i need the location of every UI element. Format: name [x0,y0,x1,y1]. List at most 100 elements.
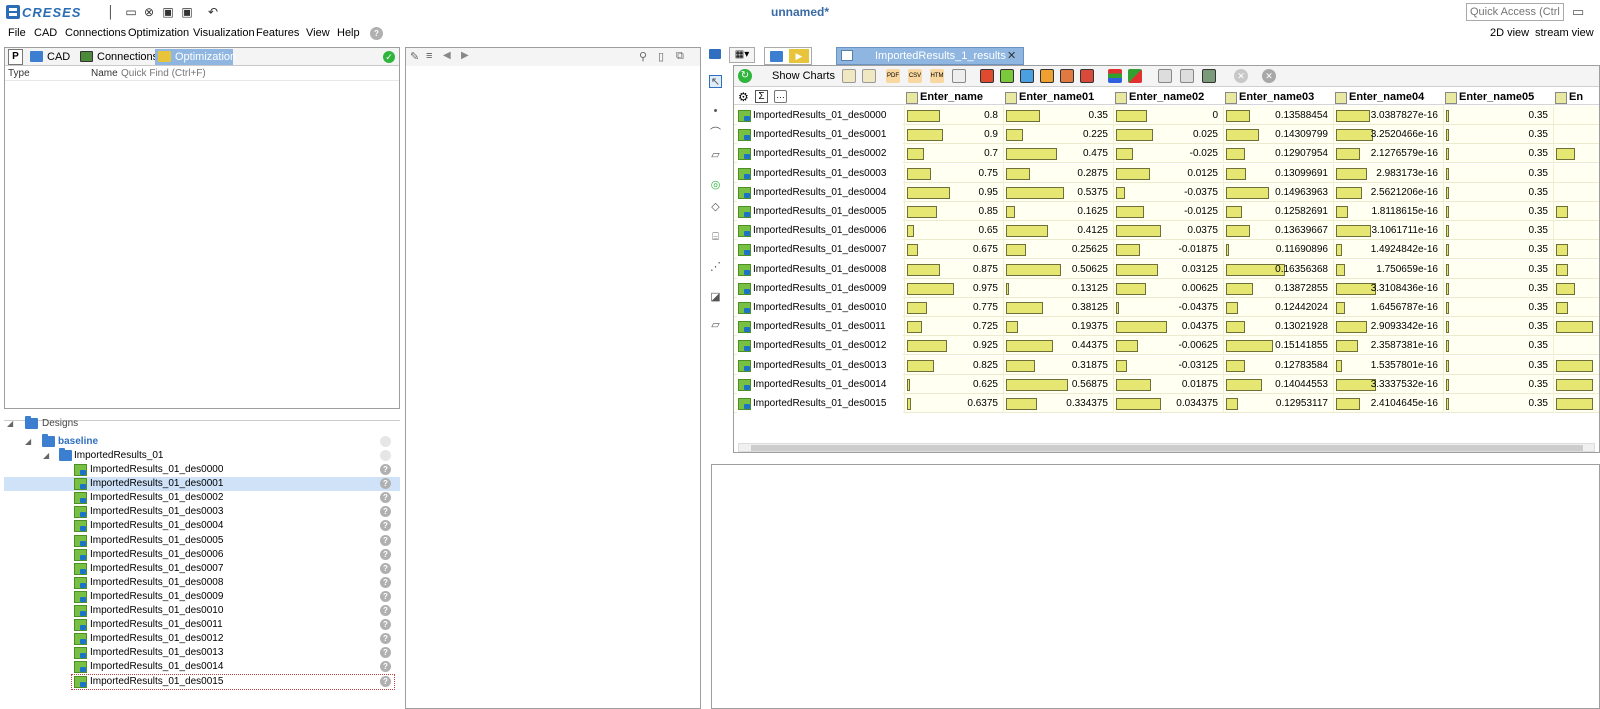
view-switcher[interactable]: ▶ [764,47,812,65]
settings-icon[interactable]: ⚙ [738,90,749,104]
data-cell[interactable]: 0.35 [1443,355,1553,375]
design-tree-item[interactable]: ImportedResults_01_des0005? [4,534,400,548]
table-row[interactable]: ImportedResults_01_des0005 0.85 0.1625 -0.0… [734,202,1599,221]
data-cell[interactable]: 0.95 [904,182,1003,202]
collapse-icon[interactable]: ◢ [25,435,31,449]
data-cell[interactable]: 0.16356368 [1223,259,1333,279]
data-cell[interactable]: 3.3108436e-16 [1333,278,1443,298]
monitor-settings-icon[interactable] [1180,69,1194,83]
data-cell[interactable]: 0.13099691 [1223,163,1333,183]
data-cell[interactable]: 0.11690896 [1223,240,1333,260]
data-cell[interactable]: 0.35 [1443,202,1553,221]
data-cell[interactable]: -0.0125 [1113,202,1223,221]
data-cell[interactable]: 0.0125 [1113,163,1223,183]
column-header[interactable]: Enter_name04 [1335,90,1424,104]
folder-orange-icon[interactable] [1040,69,1054,83]
table-row[interactable]: ImportedResults_01_des0008 0.875 0.50625 0.… [734,259,1599,279]
data-cell[interactable] [1553,336,1599,356]
save-icon[interactable]: ▣ [161,5,175,19]
data-cell[interactable]: 0.034375 [1113,394,1223,413]
data-cell[interactable]: 0.14963963 [1223,182,1333,202]
patch-icon[interactable]: ▱ [709,319,722,332]
collapse-icon[interactable]: ◢ [7,417,13,431]
data-cell[interactable]: 0.35 [1443,374,1553,394]
cancel-icon[interactable]: ✕ [1234,69,1248,83]
shape-icon[interactable]: ◇ [709,201,722,214]
data-cell[interactable]: 0.12953117 [1223,394,1333,413]
menu-file[interactable]: File [8,27,26,39]
data-cell[interactable]: 2.983173e-16 [1333,163,1443,183]
undo-icon[interactable]: ↶ [206,5,220,19]
data-cell[interactable]: 1.750659e-16 [1333,259,1443,279]
help-icon[interactable]: ? [370,27,383,40]
data-cell[interactable]: 0.13872855 [1223,278,1333,298]
collapse-icon[interactable]: ◢ [43,449,49,463]
data-cell[interactable]: 3.0387827e-16 [1333,106,1443,125]
table-row[interactable]: ImportedResults_01_des0004 0.95 0.5375 -0.0… [734,182,1599,202]
export-icon[interactable] [842,69,856,83]
data-cell[interactable] [1553,240,1599,260]
design-tree-item[interactable]: ImportedResults_01_des0015? [71,673,395,690]
data-cell[interactable]: 0.01875 [1113,374,1223,394]
data-cell[interactable]: 0.9 [904,125,1003,145]
data-cell[interactable]: 0.334375 [1003,394,1113,413]
data-cell[interactable]: 0.825 [904,355,1003,375]
data-cell[interactable]: 0.725 [904,317,1003,337]
column-header[interactable]: Enter_name03 [1225,90,1314,104]
design-tree-item[interactable]: ImportedResults_01_des0002? [4,491,400,505]
refresh-icon[interactable]: ↻ [738,69,752,83]
data-cell[interactable]: 0.15141855 [1223,336,1333,356]
data-cell[interactable]: 0.31875 [1003,355,1113,375]
minimize-icon[interactable]: ▭ [1572,4,1584,20]
column-header[interactable]: Enter_name [906,90,983,104]
data-cell[interactable]: 0.35 [1443,221,1553,241]
data-cell[interactable]: 0.1625 [1003,202,1113,221]
menu-visualization[interactable]: Visualization [193,27,255,39]
table-row[interactable]: ImportedResults_01_des0007 0.675 0.25625 -0… [734,240,1599,260]
design-tree-item[interactable]: ImportedResults_01_des0000? [4,463,400,477]
data-cell[interactable]: 0.19375 [1003,317,1113,337]
table-row[interactable]: ImportedResults_01_des0009 0.975 0.13125 0.… [734,278,1599,298]
filter-icon[interactable] [1108,69,1122,83]
data-cell[interactable]: 0.35 [1443,240,1553,260]
data-cell[interactable]: 0.56875 [1003,374,1113,394]
data-cell[interactable]: 0.12907954 [1223,144,1333,164]
table-row[interactable]: ImportedResults_01_des0006 0.65 0.4125 0.03… [734,221,1599,241]
design-tree-item[interactable]: ImportedResults_01_des0007? [4,562,400,576]
cylinder-icon[interactable]: ⌸ [709,231,722,244]
point-icon[interactable]: • [709,105,722,118]
data-cell[interactable]: 0.8 [904,106,1003,125]
data-cell[interactable] [1553,106,1599,125]
column-header[interactable]: Enter_name01 [1005,90,1094,104]
data-cell[interactable]: 0.975 [904,278,1003,298]
data-cell[interactable]: 0.35 [1443,278,1553,298]
horizontal-scrollbar[interactable] [738,443,1595,452]
table-row[interactable]: ImportedResults_01_des0014 0.625 0.56875 0.… [734,374,1599,394]
data-cell[interactable]: 0.14044553 [1223,374,1333,394]
export-table-icon[interactable] [862,69,876,83]
list-icon[interactable]: ≡ [426,50,432,62]
data-cell[interactable]: 0.50625 [1003,259,1113,279]
quick-access-input[interactable] [1466,3,1564,21]
camera-icon[interactable] [1202,69,1216,83]
data-cell[interactable]: 0.925 [904,336,1003,356]
color-icon[interactable] [1128,69,1142,83]
measure-icon[interactable]: ◪ [709,291,722,304]
data-cell[interactable]: 0.35 [1443,144,1553,164]
data-cell[interactable]: 1.6456787e-16 [1333,298,1443,317]
search-icon[interactable]: ⚲ [639,50,647,63]
pin-icon[interactable]: ✎ [410,50,419,63]
close-tab-icon[interactable]: ✕ [1007,48,1016,64]
move-icon[interactable] [1060,69,1074,83]
data-cell[interactable]: 0.00625 [1113,278,1223,298]
tab-p[interactable]: P [8,49,23,65]
table-row[interactable]: ImportedResults_01_des0012 0.925 0.44375 -0… [734,336,1599,356]
table-row[interactable]: ImportedResults_01_des0002 0.7 0.475 -0.025… [734,144,1599,164]
folder-icon[interactable] [709,49,721,59]
data-cell[interactable]: 0.6375 [904,394,1003,413]
data-cell[interactable]: 1.8118615e-16 [1333,202,1443,221]
data-cell[interactable] [1553,125,1599,145]
design-tree-item[interactable]: ImportedResults_01_des0006? [4,548,400,562]
data-cell[interactable]: 0.35 [1443,259,1553,279]
data-cell[interactable]: 0.04375 [1113,317,1223,337]
